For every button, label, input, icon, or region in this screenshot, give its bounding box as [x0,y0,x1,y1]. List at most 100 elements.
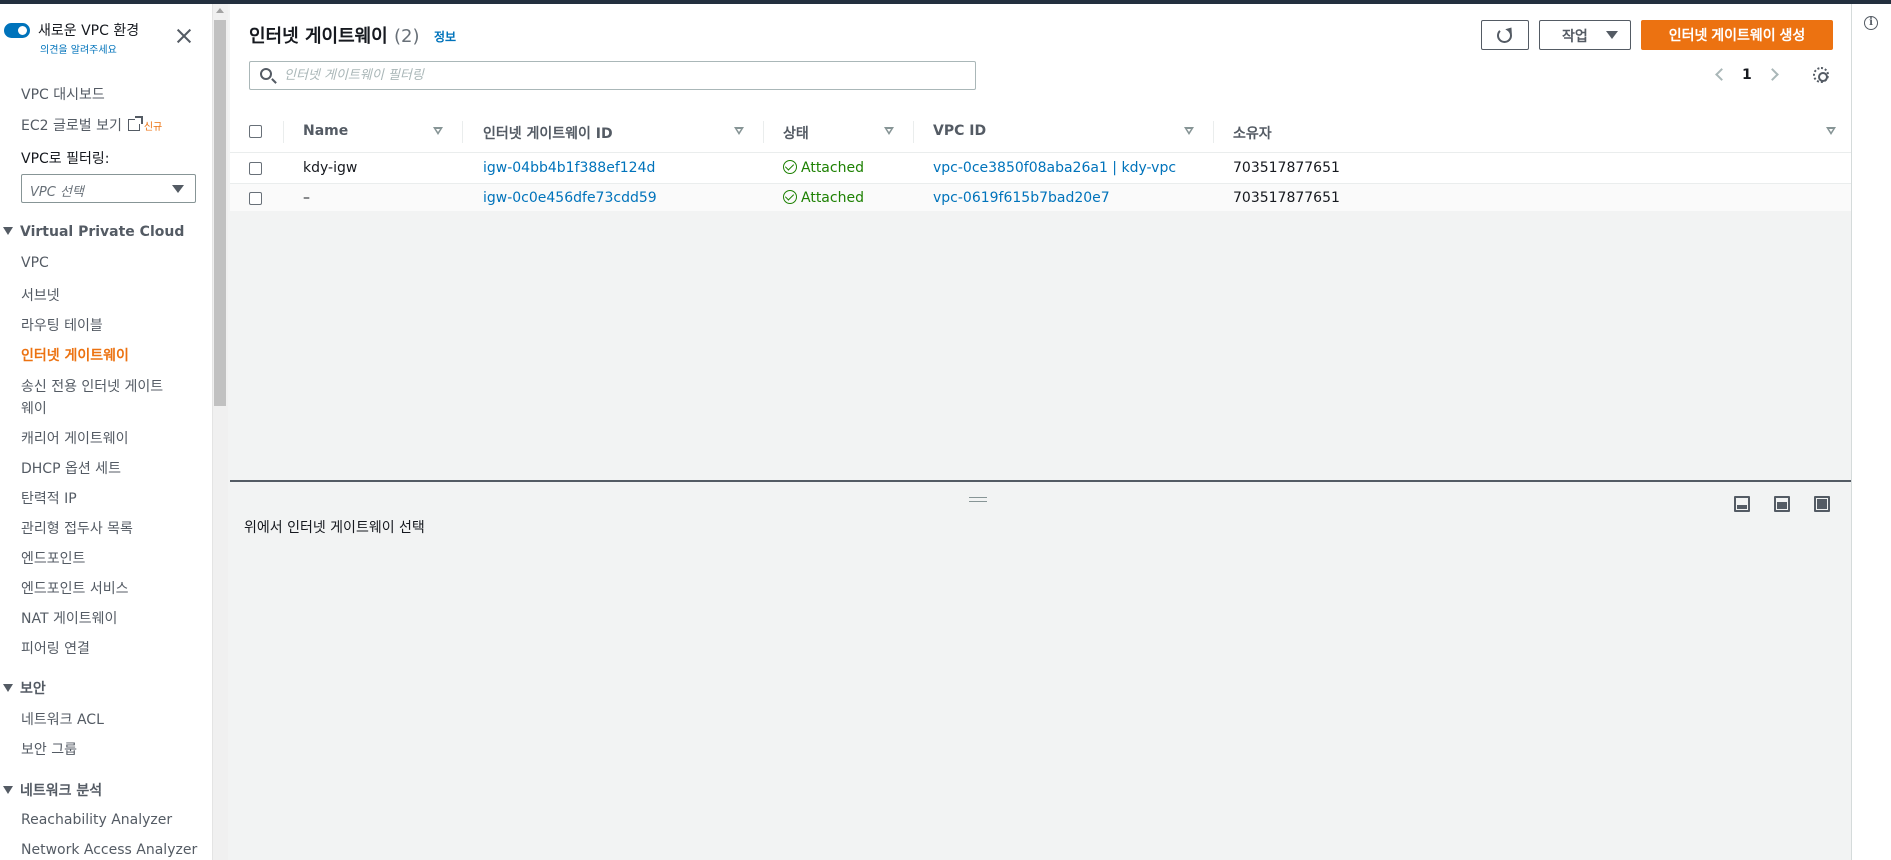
table-header: Name 인터넷 게이트웨이 ID 상태 VPC ID 소유자 [230,111,1851,153]
detail-empty-text: 위에서 인터넷 게이트웨이 선택 [244,520,425,536]
drag-handle-icon[interactable] [969,497,987,502]
sidebar-item-dhcp-option-sets[interactable]: DHCP 옵션 세트 [21,458,121,478]
actions-button[interactable]: 작업 [1539,20,1631,50]
gear-icon[interactable] [1813,67,1829,83]
sidebar-item-elastic-ip[interactable]: 탄력적 IP [21,488,77,508]
section-title: Virtual Private Cloud [20,224,185,240]
vpc-filter-select[interactable]: VPC 선택 [21,174,196,203]
sidebar-item-carrier-gateways[interactable]: 캐리어 게이트웨이 [21,428,129,448]
section-security[interactable]: 보안 [3,678,46,698]
page-title-text: 인터넷 게이트웨이 [249,26,388,47]
new-vpc-experience: 새로운 VPC 환경 의견을 알려주세요 [4,18,204,58]
sidebar-item-route-tables[interactable]: 라우팅 테이블 [21,315,103,335]
table-row[interactable]: kdy-igw igw-04bb4b1f388ef124d Attached v… [230,154,1851,184]
sort-icon[interactable] [1826,127,1836,135]
sidebar-item-reachability-analyzer[interactable]: Reachability Analyzer [21,812,172,828]
column-header-name[interactable]: Name [303,123,348,139]
main-content: 인터넷 게이트웨이 (2) 정보 작업 인터넷 게이트웨이 생성 1 Name … [230,4,1851,860]
sidebar-item-label: EC2 글로벌 보기 [21,118,122,134]
cell-vpc-id-link[interactable]: vpc-0619f615b7bad20e7 [933,190,1110,206]
sidebar-item-endpoints[interactable]: 엔드포인트 [21,548,85,568]
caret-down-icon [3,786,13,794]
sidebar: 새로운 VPC 환경 의견을 알려주세요 VPC 대시보드 EC2 글로벌 보기… [0,4,212,860]
caret-down-icon [3,684,13,692]
refresh-icon [1497,28,1512,43]
column-header-owner[interactable]: 소유자 [1233,123,1272,143]
sidebar-item-egress-only-igw-wrap[interactable]: 웨이 [21,398,47,418]
split-detail-panel: 위에서 인터넷 게이트웨이 선택 [230,482,1851,860]
panel-bottom-medium-icon[interactable] [1774,496,1790,512]
cell-igw-id-link[interactable]: igw-0c0e456dfe73cdd59 [483,190,657,206]
sidebar-item-subnets[interactable]: 서브넷 [21,285,60,305]
sidebar-item-label: VPC 대시보드 [21,87,105,103]
row-checkbox[interactable] [249,192,262,205]
cell-owner: 703517877651 [1233,160,1340,176]
new-vpc-toggle[interactable] [4,23,30,38]
sort-icon[interactable] [433,127,443,135]
column-divider [763,121,764,143]
help-rail: i [1852,4,1891,860]
sidebar-item-egress-only-igw[interactable]: 송신 전용 인터넷 게이트 [21,376,163,396]
sidebar-item-vpc[interactable]: VPC [21,255,49,271]
section-network-analysis[interactable]: 네트워크 분석 [3,780,102,800]
refresh-button[interactable] [1481,20,1529,50]
sidebar-item-ec2-global-view[interactable]: EC2 글로벌 보기 신규 [21,115,162,135]
caret-down-icon [172,185,184,193]
sidebar-item-network-access-analyzer[interactable]: Network Access Analyzer [21,842,197,858]
page-title: 인터넷 게이트웨이 (2) [249,22,420,48]
sidebar-scrollbar-thumb[interactable] [214,20,226,406]
search-input[interactable] [284,65,964,86]
chevron-left-icon[interactable] [1715,68,1728,81]
sidebar-item-managed-prefix-lists[interactable]: 관리형 접두사 목록 [21,518,133,538]
sidebar-item-network-acls[interactable]: 네트워크 ACL [21,709,104,729]
sidebar-item-peering-connections[interactable]: 피어링 연결 [21,638,90,658]
info-link[interactable]: 정보 [434,28,456,45]
feedback-link[interactable]: 의견을 알려주세요 [40,41,117,56]
sidebar-item-endpoint-services[interactable]: 엔드포인트 서비스 [21,578,129,598]
column-divider [913,121,914,143]
info-icon[interactable]: i [1864,16,1878,30]
vpc-filter-select-value: VPC 선택 [30,185,84,200]
select-all-checkbox[interactable] [249,125,262,138]
section-title: 네트워크 분석 [20,783,103,799]
table-empty-area [230,211,1851,480]
cell-state: Attached [783,190,864,206]
scroll-up-arrow-icon[interactable] [216,8,224,13]
cell-vpc-id-link[interactable]: vpc-0ce3850f08aba26a1 | kdy-vpc [933,160,1176,176]
section-virtual-private-cloud[interactable]: Virtual Private Cloud [3,224,184,240]
sort-icon[interactable] [884,127,894,135]
sidebar-item-security-groups[interactable]: 보안 그룹 [21,739,77,759]
sidebar-item-nat-gateways[interactable]: NAT 게이트웨이 [21,608,117,628]
chevron-right-icon[interactable] [1766,68,1779,81]
internet-gateways-list-panel: 인터넷 게이트웨이 (2) 정보 작업 인터넷 게이트웨이 생성 1 Name … [230,4,1851,480]
search-icon [260,68,272,80]
create-internet-gateway-button[interactable]: 인터넷 게이트웨이 생성 [1641,20,1833,50]
column-header-vpc-id[interactable]: VPC ID [933,123,986,139]
close-icon[interactable] [176,28,192,44]
section-title: 보안 [20,681,46,697]
cell-name: kdy-igw [303,160,358,176]
table-row[interactable]: – igw-0c0e456dfe73cdd59 Attached vpc-061… [230,184,1851,214]
panel-full-icon[interactable] [1814,496,1830,512]
column-header-state[interactable]: 상태 [783,123,809,143]
vpc-filter-label: VPC로 필터링: [21,151,110,167]
state-text: Attached [801,160,864,176]
sort-icon[interactable] [1184,127,1194,135]
cell-state: Attached [783,160,864,176]
sidebar-item-internet-gateways[interactable]: 인터넷 게이트웨이 [21,345,129,365]
cell-igw-id-link[interactable]: igw-04bb4b1f388ef124d [483,160,655,176]
column-divider [1213,121,1214,143]
external-link-icon [127,116,143,131]
page-number[interactable]: 1 [1742,67,1752,83]
state-text: Attached [801,190,864,206]
filter-search [249,61,976,90]
cell-owner: 703517877651 [1233,190,1340,206]
column-divider [283,121,284,143]
column-divider [462,121,463,143]
panel-bottom-small-icon[interactable] [1734,496,1750,512]
sidebar-item-vpc-dashboard[interactable]: VPC 대시보드 [21,84,105,104]
column-header-igw-id[interactable]: 인터넷 게이트웨이 ID [483,123,613,143]
row-checkbox[interactable] [249,162,262,175]
sort-icon[interactable] [734,127,744,135]
caret-down-icon [3,227,13,235]
